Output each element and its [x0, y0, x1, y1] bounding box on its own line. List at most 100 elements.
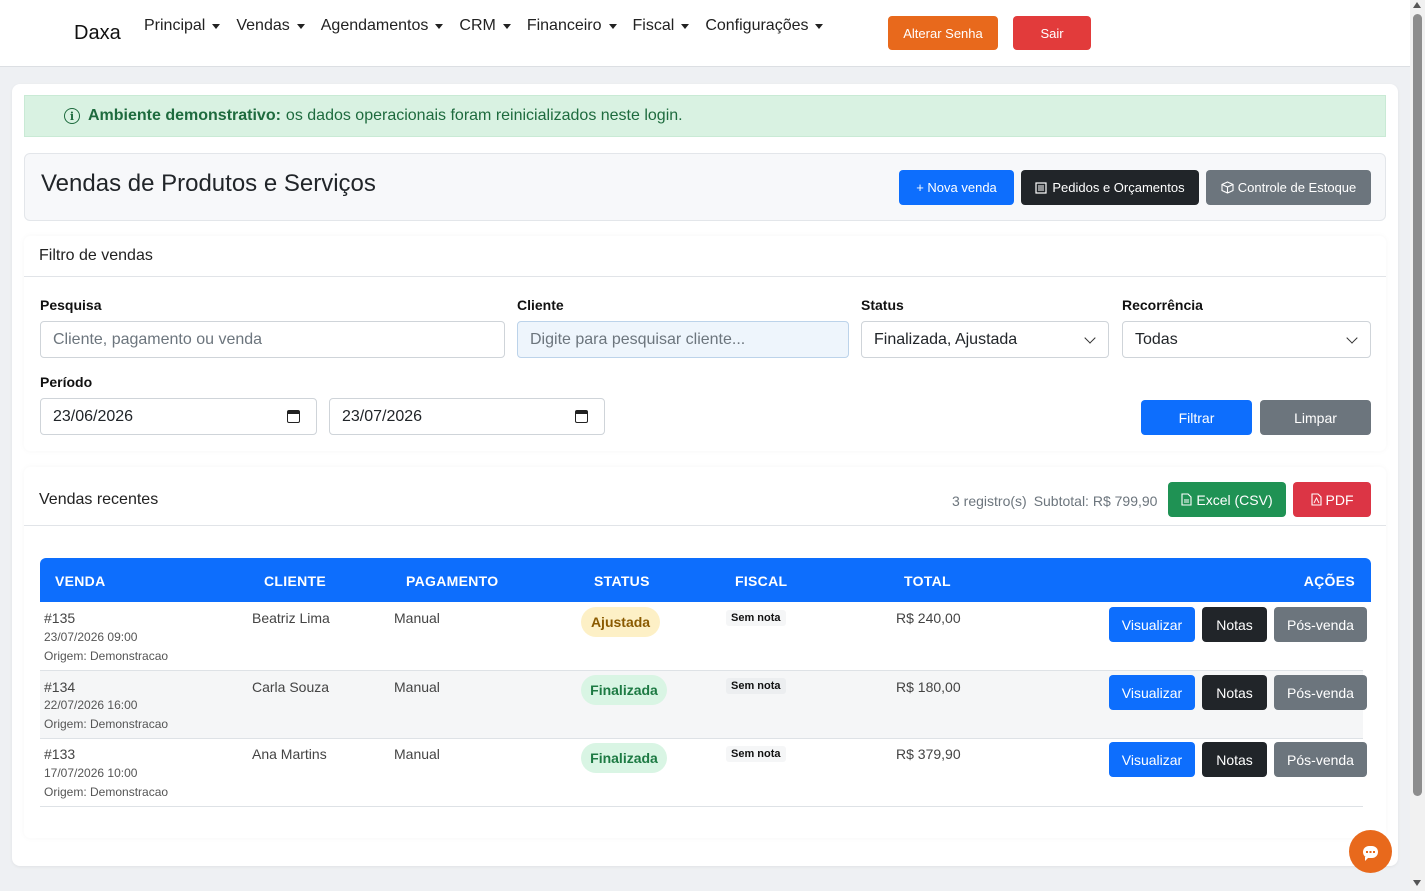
- logout-button[interactable]: Sair: [1013, 16, 1091, 50]
- caret-down-icon: [815, 23, 824, 29]
- caret-down-icon: [296, 23, 305, 29]
- period-label: Período: [40, 374, 93, 390]
- recurrence-label: Recorrência: [1122, 297, 1203, 313]
- client-label: Cliente: [517, 297, 564, 313]
- alert-strong-text: Ambiente demonstrativo:: [88, 107, 281, 124]
- col-cliente[interactable]: CLIENTE: [264, 573, 326, 589]
- brand-logo[interactable]: Daxa: [74, 22, 121, 45]
- caret-down-icon: [435, 23, 444, 29]
- view-button[interactable]: Visualizar: [1109, 675, 1195, 710]
- date-from-input[interactable]: 23/06/2026: [40, 398, 317, 435]
- export-excel-button[interactable]: Excel (CSV): [1168, 482, 1286, 517]
- sale-origin: Origem: Demonstracao: [44, 717, 169, 731]
- col-status[interactable]: STATUS: [594, 573, 650, 589]
- stock-label: Controle de Estoque: [1237, 180, 1357, 195]
- sale-payment: Manual: [394, 746, 440, 762]
- fiscal-badge: Sem nota: [726, 746, 786, 762]
- after-sale-button[interactable]: Pós-venda: [1274, 742, 1367, 777]
- caret-down-icon: [212, 23, 221, 29]
- sale-date: 22/07/2026 16:00: [44, 698, 138, 712]
- col-fiscal[interactable]: FISCAL: [735, 573, 787, 589]
- alert-text: os dados operacionais foram reinicializa…: [285, 107, 683, 124]
- menu-vendas[interactable]: Vendas: [236, 17, 305, 35]
- filter-card-title: Filtro de vendas: [24, 236, 1386, 277]
- menu-crm[interactable]: CRM: [459, 17, 511, 35]
- client-input[interactable]: Digite para pesquisar cliente...: [517, 321, 849, 358]
- table-row: #135 23/07/2026 09:00 Origem: Demonstrac…: [40, 602, 1367, 671]
- file-excel-icon: [1181, 493, 1192, 506]
- fiscal-badge: Sem nota: [726, 610, 786, 626]
- filter-button[interactable]: Filtrar: [1141, 400, 1252, 435]
- pdf-label: PDF: [1325, 491, 1354, 508]
- status-select[interactable]: Finalizada, Ajustada: [861, 321, 1109, 358]
- menu-fiscal[interactable]: Fiscal: [633, 17, 690, 35]
- menu-label: Configurações: [705, 17, 809, 34]
- calendar-icon[interactable]: [575, 410, 588, 423]
- sale-date: 17/07/2026 10:00: [44, 766, 138, 780]
- new-sale-button[interactable]: + Nova venda: [899, 170, 1014, 205]
- recurrence-select-value: Todas: [1135, 330, 1178, 348]
- demo-alert: i Ambiente demonstrativo: os dados opera…: [24, 95, 1386, 137]
- orders-label: Pedidos e Orçamentos: [1052, 180, 1185, 195]
- date-to-value: 23/07/2026: [342, 407, 423, 425]
- status-label: Status: [861, 297, 904, 313]
- date-to-input[interactable]: 23/07/2026: [329, 398, 605, 435]
- scrollbar-thumb[interactable]: [1413, 14, 1422, 796]
- change-password-button[interactable]: Alterar Senha: [888, 16, 998, 50]
- col-pagamento[interactable]: PAGAMENTO: [406, 573, 498, 589]
- search-input[interactable]: Cliente, pagamento ou venda: [40, 321, 505, 358]
- sale-client: Carla Souza: [252, 679, 330, 695]
- col-acoes: AÇÕES: [1303, 573, 1355, 589]
- notes-button[interactable]: Notas: [1202, 675, 1267, 710]
- table-row: #133 17/07/2026 10:00 Origem: Demonstrac…: [40, 739, 1367, 807]
- sales-card-title: Vendas recentes: [39, 491, 159, 508]
- scroll-up-arrow-icon[interactable]: [1413, 2, 1421, 8]
- notes-button[interactable]: Notas: [1202, 607, 1267, 642]
- view-button[interactable]: Visualizar: [1109, 607, 1195, 642]
- scroll-down-arrow-icon[interactable]: [1413, 880, 1421, 886]
- sale-total: R$ 240,00: [896, 610, 961, 626]
- menu-label: Agendamentos: [320, 17, 429, 34]
- excel-label: Excel (CSV): [1196, 491, 1273, 508]
- sale-id: #133: [44, 746, 76, 762]
- calendar-icon[interactable]: [287, 410, 300, 423]
- menu-financeiro[interactable]: Financeiro: [527, 17, 617, 35]
- col-total[interactable]: TOTAL: [904, 573, 951, 589]
- page-scrollbar[interactable]: [1410, 0, 1425, 891]
- chevron-down-icon: [1346, 332, 1358, 344]
- after-sale-button[interactable]: Pós-venda: [1274, 675, 1367, 710]
- date-from-value: 23/06/2026: [53, 407, 134, 425]
- sale-date: 23/07/2026 09:00: [44, 630, 138, 644]
- clear-button[interactable]: Limpar: [1260, 400, 1371, 435]
- menu-configuracoes[interactable]: Configurações: [705, 17, 824, 35]
- chevron-down-icon: [1084, 332, 1096, 344]
- caret-down-icon: [502, 23, 511, 29]
- menu-principal[interactable]: Principal: [144, 17, 221, 35]
- records-count: 3 registro(s): [952, 493, 1027, 509]
- chat-button[interactable]: [1349, 830, 1392, 873]
- sale-id: #135: [44, 610, 76, 626]
- export-pdf-button[interactable]: PDF: [1293, 482, 1371, 517]
- menu-label: CRM: [459, 17, 496, 34]
- sale-total: R$ 180,00: [896, 679, 961, 695]
- caret-down-icon: [681, 23, 690, 29]
- stock-control-button[interactable]: Controle de Estoque: [1206, 170, 1371, 205]
- chat-bubble-icon: [1363, 845, 1378, 861]
- orders-button[interactable]: Pedidos e Orçamentos: [1021, 170, 1199, 205]
- menu-label: Fiscal: [632, 17, 675, 34]
- page-header: Vendas de Produtos e Serviços + Nova ven…: [24, 153, 1386, 221]
- sales-card-header: Vendas recentes 3 registro(s) Subtotal: R…: [24, 467, 1386, 526]
- file-pdf-icon: [1310, 493, 1322, 506]
- notes-button[interactable]: Notas: [1202, 742, 1267, 777]
- after-sale-button[interactable]: Pós-venda: [1274, 607, 1367, 642]
- sale-client: Beatriz Lima: [252, 610, 330, 626]
- view-button[interactable]: Visualizar: [1109, 742, 1195, 777]
- recurrence-select[interactable]: Todas: [1122, 321, 1371, 358]
- status-select-value: Finalizada, Ajustada: [874, 330, 1018, 348]
- sale-origin: Origem: Demonstracao: [44, 649, 169, 663]
- menu-agendamentos[interactable]: Agendamentos: [321, 17, 444, 35]
- subtotal: Subtotal: R$ 799,90: [1033, 493, 1158, 509]
- col-venda[interactable]: VENDA: [55, 573, 106, 589]
- sale-total: R$ 379,90: [896, 746, 961, 762]
- chat-dots: [1366, 850, 1375, 853]
